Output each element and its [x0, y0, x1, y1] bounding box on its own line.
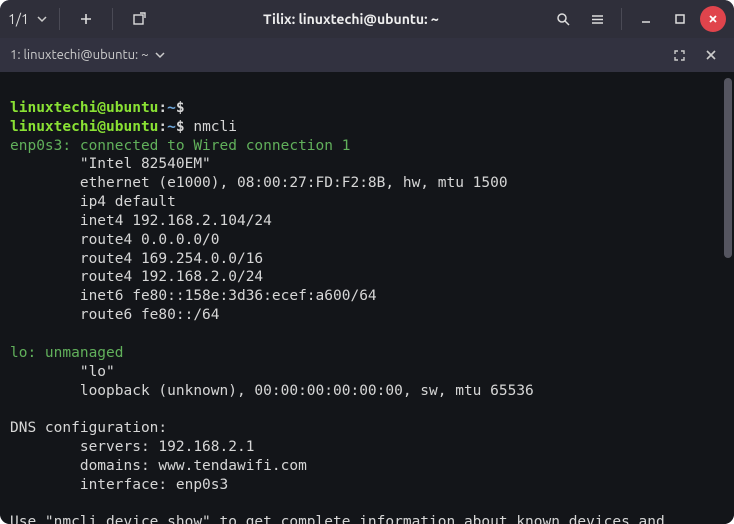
output-line: route4 192.168.2.0/24 [10, 269, 263, 285]
titlebar-right-group [549, 5, 726, 33]
dns-header: DNS configuration: [10, 420, 167, 436]
output-line: loopback (unknown), 00:00:00:00:00:00, s… [10, 383, 534, 399]
tabbar: 1: linuxtechi@ubuntu: ~ [0, 38, 734, 72]
scrollbar-thumb[interactable] [724, 78, 732, 258]
divider [59, 8, 60, 30]
titlebar-left-group: 1/1 [8, 5, 153, 33]
divider [112, 8, 113, 30]
interface-header: lo: unmanaged [10, 345, 124, 361]
prompt-symbol: $ [176, 100, 185, 116]
terminal-viewport[interactable]: linuxtechi@ubuntu:~$ linuxtechi@ubuntu:~… [0, 72, 734, 524]
prompt-symbol: $ [176, 119, 185, 135]
prompt-colon: : [158, 119, 167, 135]
prompt-user: linuxtechi@ubuntu [10, 100, 158, 116]
hint-line: Use "nmcli device show" to get complete … [10, 514, 665, 524]
prompt-colon: : [158, 100, 167, 116]
app-window: 1/1 Tilix: linuxtechi@ubuntu: ~ [0, 0, 734, 524]
search-button[interactable] [549, 5, 577, 33]
output-line: ethernet (e1000), 08:00:27:FD:F2:8B, hw,… [10, 175, 508, 191]
fullscreen-pane-button[interactable] [666, 42, 692, 68]
output-line: route6 fe80::/64 [10, 307, 220, 323]
tab[interactable]: 1: linuxtechi@ubuntu: ~ [10, 48, 165, 62]
output-line: inet4 192.168.2.104/24 [10, 213, 272, 229]
session-counter: 1/1 [8, 11, 29, 27]
interface-header: enp0s3: connected to Wired connection 1 [10, 138, 350, 154]
prompt-user: linuxtechi@ubuntu [10, 119, 158, 135]
tab-label: 1: linuxtechi@ubuntu: ~ [10, 48, 149, 62]
divider [621, 8, 622, 30]
minimize-button[interactable] [632, 5, 660, 33]
output-line: "lo" [10, 364, 115, 380]
chevron-down-icon[interactable] [37, 14, 47, 24]
prompt-path: ~ [167, 119, 176, 135]
new-tab-button[interactable] [72, 5, 100, 33]
output-line: route4 169.254.0.0/16 [10, 251, 263, 267]
close-button[interactable] [700, 6, 726, 32]
chevron-down-icon[interactable] [155, 50, 165, 60]
output-line: "Intel 82540EM" [10, 156, 211, 172]
prompt-path: ~ [167, 100, 176, 116]
output-line: inet6 fe80::158e:3d36:ecef:a600/64 [10, 288, 377, 304]
close-pane-button[interactable] [698, 42, 724, 68]
output-line: servers: 192.168.2.1 [10, 439, 254, 455]
menu-button[interactable] [583, 5, 611, 33]
window-title: Tilix: linuxtechi@ubuntu: ~ [153, 11, 549, 27]
output-line: interface: enp0s3 [10, 477, 228, 493]
output-line: route4 0.0.0.0/0 [10, 232, 220, 248]
command-text: nmcli [185, 119, 237, 135]
maximize-button[interactable] [666, 5, 694, 33]
output-line: ip4 default [10, 194, 176, 210]
output-line: domains: www.tendawifi.com [10, 458, 307, 474]
new-window-button[interactable] [125, 5, 153, 33]
titlebar: 1/1 Tilix: linuxtechi@ubuntu: ~ [0, 0, 734, 38]
